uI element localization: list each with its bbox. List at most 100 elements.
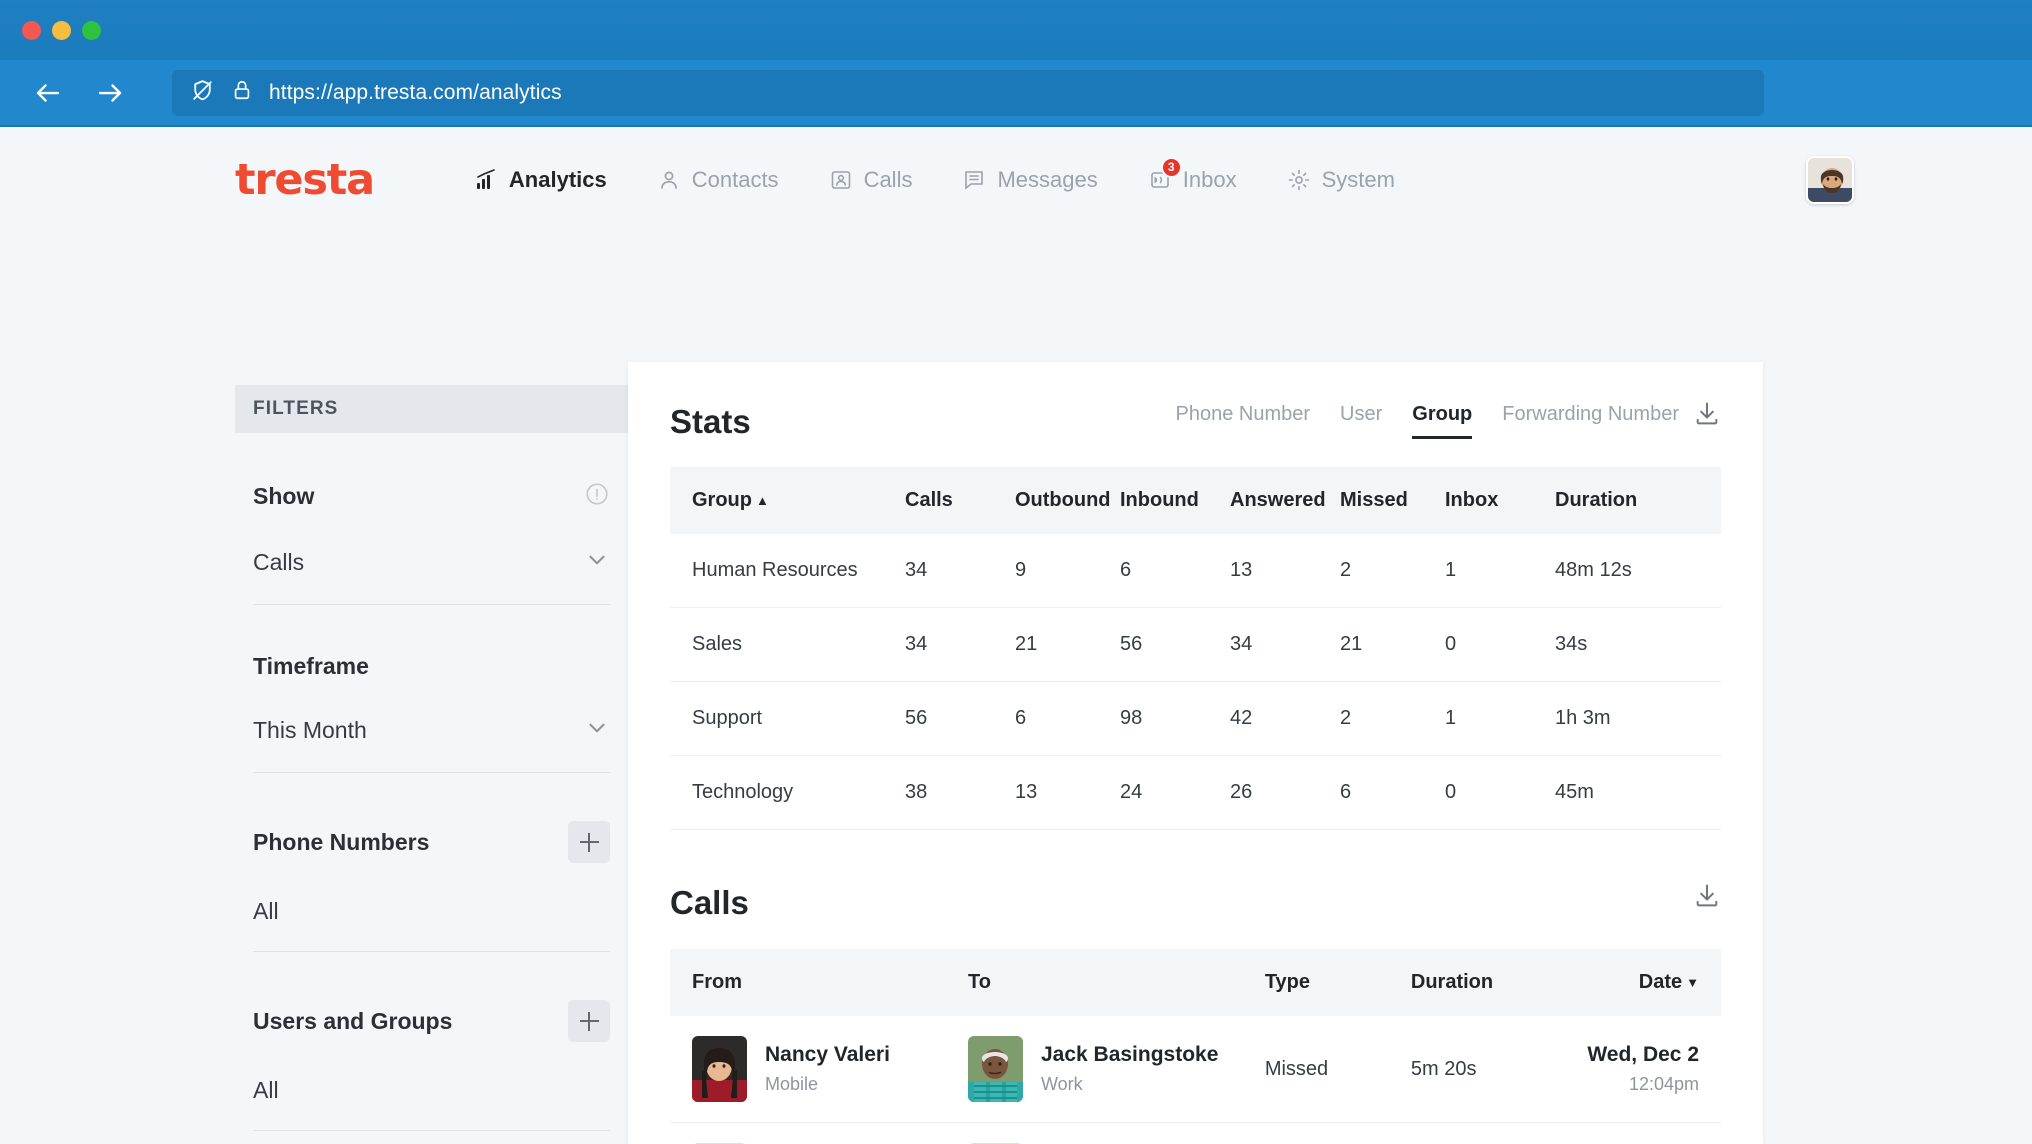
calls-header: Calls [670, 830, 1721, 923]
stats-header: Stats Phone Number User Group Forwarding… [670, 362, 1721, 441]
stats-col-missed[interactable]: Missed [1340, 467, 1445, 534]
forward-button[interactable] [90, 73, 130, 113]
stats-cell-calls: 38 [905, 756, 1015, 830]
nav-label-inbox: Inbox [1183, 167, 1237, 193]
inbox-voicemail-icon: 3 [1148, 168, 1172, 192]
lock-icon [231, 79, 253, 106]
inbox-badge: 3 [1161, 157, 1182, 178]
filter-users-groups-value-row[interactable]: All [253, 1077, 610, 1131]
filter-users-groups-value: All [253, 1077, 279, 1104]
stats-cell-answered: 42 [1230, 682, 1340, 756]
table-row[interactable]: Human Resources 34 9 6 13 2 1 48m 12s [670, 534, 1721, 608]
analytics-bars-icon [474, 168, 498, 192]
download-icon[interactable] [1693, 400, 1721, 441]
tresta-logo[interactable]: tresta [235, 155, 374, 205]
calls-cell-type: Outbound [1265, 1123, 1411, 1144]
filter-timeframe-value-row[interactable]: This Month [253, 715, 610, 773]
info-icon[interactable] [584, 481, 610, 512]
calls-cell-from: +1 (234) 123-2134 Tallahassee, FL [670, 1123, 968, 1144]
nav-item-messages[interactable]: Messages [960, 161, 1099, 199]
stats-cell-inbound: 56 [1120, 608, 1230, 682]
table-row[interactable]: Support 56 6 98 42 2 1 1h 3m [670, 682, 1721, 756]
filter-show-value-row[interactable]: Calls [253, 547, 610, 605]
filters-title: FILTERS [253, 398, 338, 420]
stats-title: Stats [670, 403, 751, 441]
photo-man-teal [968, 1036, 1023, 1102]
tab-group[interactable]: Group [1412, 403, 1472, 439]
call-date: Wed, Dec 2 [1575, 1043, 1699, 1067]
calls-col-from[interactable]: From [670, 949, 968, 1016]
calls-cell-to: Heath Kieran Work [968, 1123, 1265, 1144]
close-window-button[interactable] [22, 21, 41, 40]
stats-col-inbox[interactable]: Inbox [1445, 467, 1555, 534]
calls-cell-from: Nancy Valeri Mobile [670, 1016, 968, 1123]
table-row[interactable]: Sales 34 21 56 34 21 0 34s [670, 608, 1721, 682]
stats-col-group[interactable]: Group▲ [670, 467, 905, 534]
stats-cell-duration: 34s [1555, 608, 1721, 682]
nav-item-contacts[interactable]: Contacts [655, 161, 781, 199]
filter-timeframe-value: This Month [253, 717, 367, 744]
chevron-down-icon[interactable] [584, 547, 610, 578]
add-phone-number-button[interactable] [568, 821, 610, 863]
table-row[interactable]: +1 (234) 123-2134 Tallahassee, FL [670, 1123, 1721, 1144]
stats-cell-missed: 2 [1340, 534, 1445, 608]
nav-item-calls[interactable]: Calls [827, 161, 915, 199]
stats-cell-outbound: 13 [1015, 756, 1120, 830]
stats-cell-answered: 34 [1230, 608, 1340, 682]
sort-desc-icon: ▼ [1686, 975, 1699, 990]
table-row[interactable]: Technology 38 13 24 26 6 0 45m [670, 756, 1721, 830]
stats-cell-inbox: 0 [1445, 608, 1555, 682]
calls-cell-date: Wed, Dec 2 12:04pm [1575, 1016, 1721, 1123]
photo-woman-red [692, 1036, 747, 1102]
nav-label-calls: Calls [864, 167, 913, 193]
app-header: tresta Analytics [0, 127, 2032, 232]
stats-col-answered[interactable]: Answered [1230, 467, 1340, 534]
stats-cell-outbound: 21 [1015, 608, 1120, 682]
back-button[interactable] [28, 73, 68, 113]
stats-col-duration[interactable]: Duration [1555, 467, 1721, 534]
tab-phone-number[interactable]: Phone Number [1176, 403, 1311, 439]
nav-item-inbox[interactable]: 3 Inbox [1146, 161, 1239, 199]
filter-show-label: Show [253, 483, 314, 510]
calls-col-type[interactable]: Type [1265, 949, 1411, 1016]
stats-cell-missed: 2 [1340, 682, 1445, 756]
person-card-icon [829, 168, 853, 192]
filter-show-label-row: Show [253, 481, 610, 512]
stats-tabs: Phone Number User Group Forwarding Numbe… [1176, 403, 1680, 441]
stats-col-inbound[interactable]: Inbound [1120, 467, 1230, 534]
nav-label-messages: Messages [997, 167, 1097, 193]
add-user-group-button[interactable] [568, 1000, 610, 1042]
stats-col-outbound[interactable]: Outbound [1015, 467, 1120, 534]
tab-user[interactable]: User [1340, 403, 1382, 439]
nav-item-system[interactable]: System [1285, 161, 1397, 199]
gear-icon [1287, 168, 1311, 192]
calls-cell-to: Jack Basingstoke Work [968, 1016, 1265, 1123]
filter-timeframe-label: Timeframe [253, 653, 369, 680]
tab-forwarding-number[interactable]: Forwarding Number [1502, 403, 1679, 439]
chevron-down-icon[interactable] [584, 715, 610, 746]
plus-icon [568, 821, 610, 863]
stats-header-row: Group▲ Calls Outbound Inbound Answered M… [670, 467, 1721, 534]
stats-cell-answered: 13 [1230, 534, 1340, 608]
calls-cell-date: Tue, Dec 1 12:04pm [1575, 1123, 1721, 1144]
nav-item-analytics[interactable]: Analytics [472, 161, 609, 199]
calls-col-date-label: Date [1639, 971, 1682, 993]
call-party-from: Nancy Valeri Mobile [692, 1036, 968, 1102]
maximize-window-button[interactable] [82, 21, 101, 40]
download-icon[interactable] [1693, 882, 1721, 923]
calls-cell-duration: 5m 20s [1411, 1123, 1575, 1144]
address-bar[interactable]: https://app.tresta.com/analytics [172, 70, 1764, 116]
table-row[interactable]: Nancy Valeri Mobile [670, 1016, 1721, 1123]
stats-cell-inbound: 6 [1120, 534, 1230, 608]
stats-col-calls[interactable]: Calls [905, 467, 1015, 534]
calls-table-head: From To Type Duration Date ▼ [670, 949, 1721, 1016]
minimize-window-button[interactable] [52, 21, 71, 40]
filter-phone-numbers-value-row[interactable]: All [253, 898, 610, 952]
calls-col-date[interactable]: Date ▼ [1575, 949, 1721, 1016]
calls-col-duration[interactable]: Duration [1411, 949, 1575, 1016]
nav-label-system: System [1322, 167, 1395, 193]
plus-icon [568, 1000, 610, 1042]
user-avatar[interactable] [1806, 156, 1854, 204]
sort-asc-icon: ▲ [756, 493, 769, 508]
calls-col-to[interactable]: To [968, 949, 1265, 1016]
